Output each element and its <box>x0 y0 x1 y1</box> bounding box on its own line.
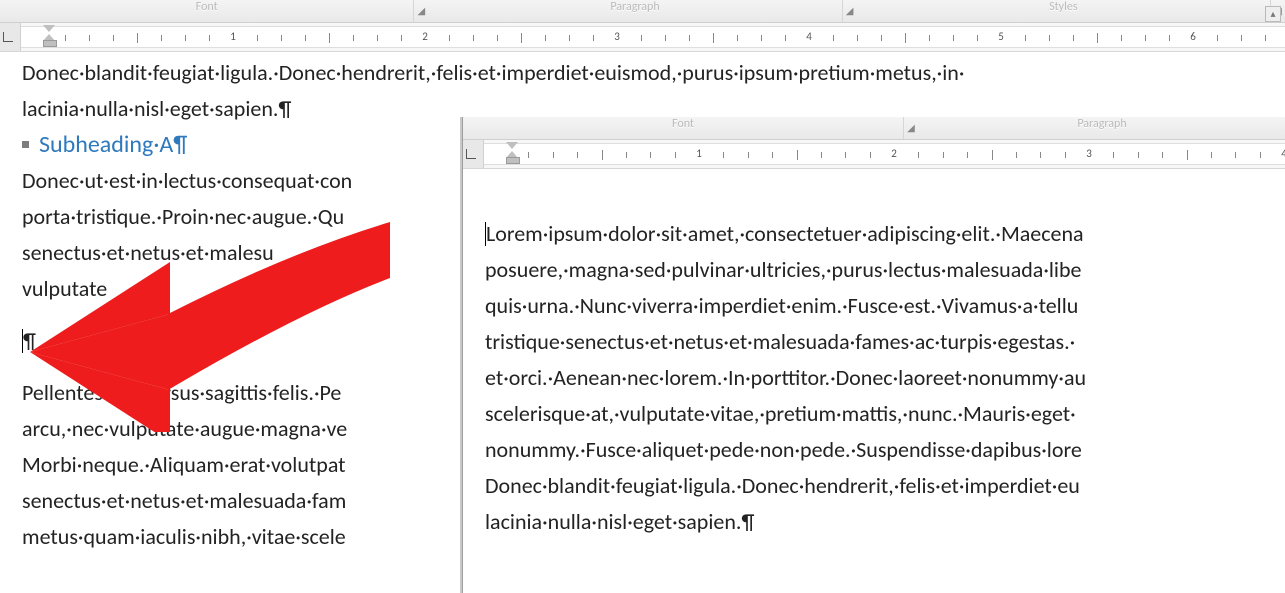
body-text: posuere,·magna·sed·pulvinar·ultricies,·p… <box>485 253 1285 287</box>
indent-markers-icon[interactable] <box>43 25 57 47</box>
subheading-text: Subheading·A¶ <box>39 130 187 159</box>
tab-selector[interactable] <box>463 140 484 168</box>
indent-markers-icon[interactable] <box>506 142 520 164</box>
document-body[interactable]: Lorem·ipsum·dolor·sit·amet,·consectetuer… <box>463 169 1285 539</box>
pilcrow-mark: ¶ <box>23 327 36 354</box>
body-text: tristique·senectus·et·netus·et·malesuada… <box>485 325 1285 359</box>
ribbon-group-font: Font <box>0 0 414 22</box>
body-text-line: Lorem·ipsum·dolor·sit·amet,·consectetuer… <box>486 220 1084 247</box>
body-text: Lorem·ipsum·dolor·sit·amet,·consectetuer… <box>485 217 1285 251</box>
body-text: scelerisque·at,·vulputate·vitae,·pretium… <box>485 397 1285 431</box>
body-text: et·orci.·Aenean·nec·lorem.·In·porttitor.… <box>485 361 1285 395</box>
horizontal-ruler[interactable]: 1234 <box>463 140 1285 169</box>
body-text: quis·urna.·Nunc·viverra·imperdiet·enim.·… <box>485 289 1285 323</box>
horizontal-ruler[interactable]: 123456 ▴ <box>0 23 1285 52</box>
dialog-launcher-icon[interactable]: ◢ <box>414 0 428 22</box>
ribbon-group-styles: Styles <box>857 0 1271 22</box>
body-text: Donec·blandit·feugiat·ligula.·Donec·hend… <box>485 469 1285 503</box>
ribbon-group-paragraph: Paragraph <box>918 117 1285 139</box>
ribbon-tab-bottom: Font ◢ Paragraph ◢ Styles ◢ <box>0 0 1285 23</box>
ribbon-group-paragraph: Paragraph <box>428 0 842 22</box>
tab-selector[interactable] <box>0 23 21 51</box>
dialog-launcher-icon[interactable]: ◢ <box>843 0 857 22</box>
body-text: nonummy.·Fusce·aliquet·pede·non·pede.·Su… <box>485 433 1285 467</box>
ribbon-tab-bottom: Font ◢ Paragraph <box>463 117 1285 140</box>
body-text: Donec·blandit·feugiat·ligula.·Donec·hend… <box>22 56 1285 90</box>
dialog-launcher-icon[interactable]: ◢ <box>904 117 918 139</box>
ruler-scroll-up-icon[interactable]: ▴ <box>1265 6 1281 22</box>
body-text: lacinia·nulla·nisl·eget·sapien.¶ <box>485 505 1285 539</box>
ribbon-group-font: Font <box>463 117 904 139</box>
nav-bullet-icon[interactable] <box>22 141 29 148</box>
